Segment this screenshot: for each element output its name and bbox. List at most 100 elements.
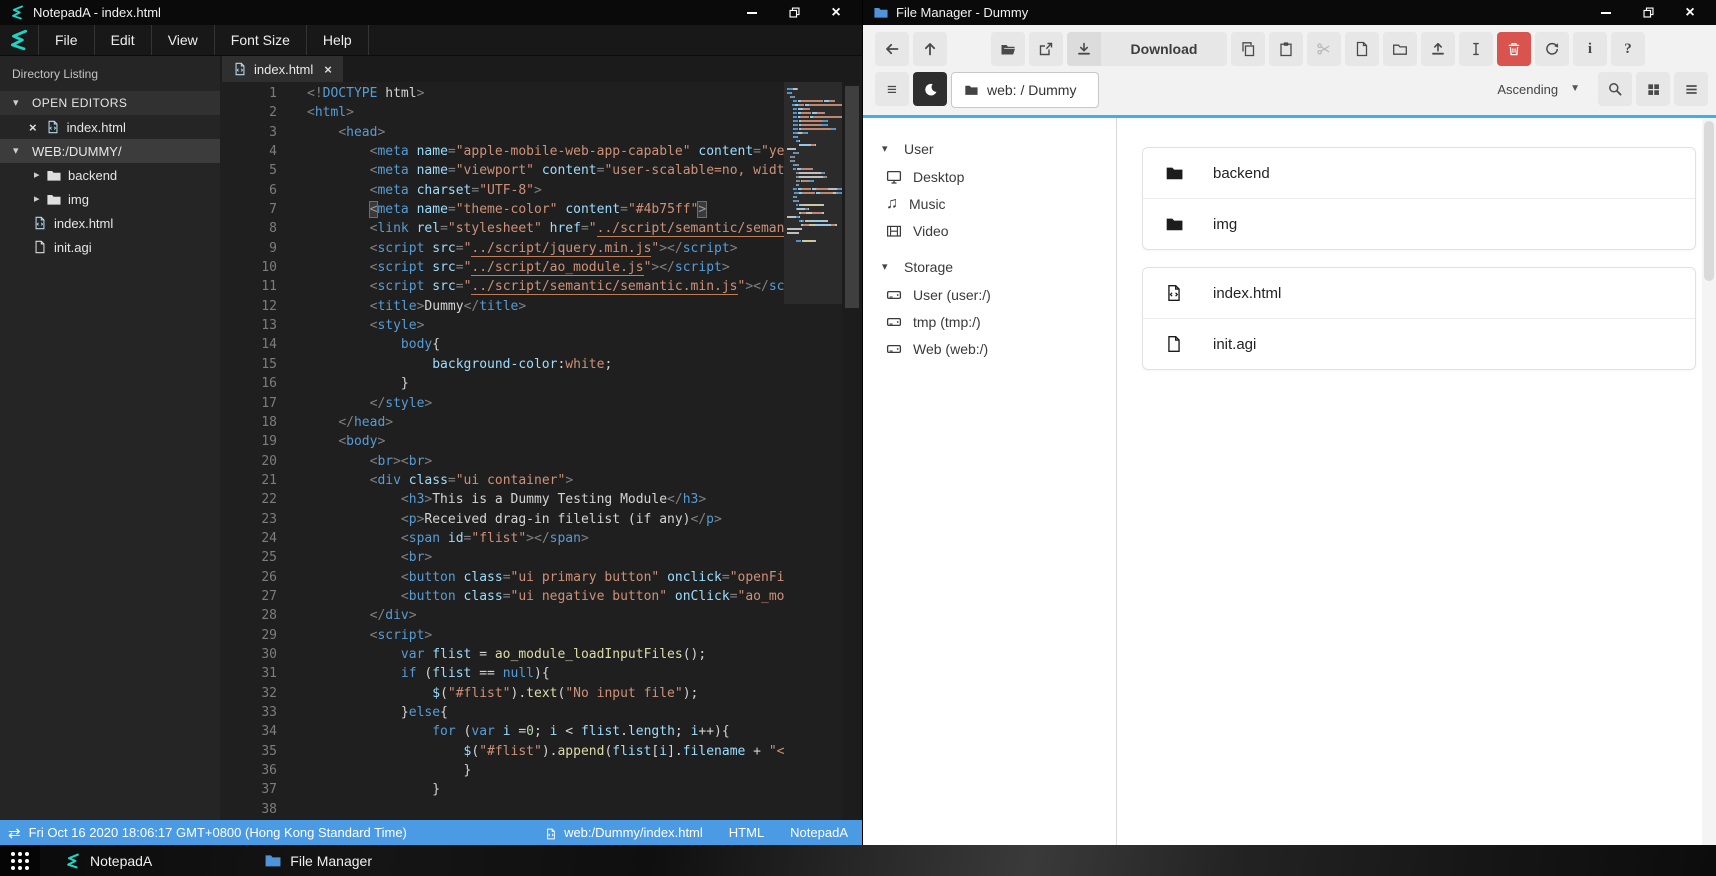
tree-file-init-agi[interactable]: init.agi <box>0 235 220 259</box>
sort-order-select[interactable]: Ascending ▼ <box>1483 72 1594 106</box>
sidebar-item-web-web[interactable]: Web (web:/) <box>863 335 1116 362</box>
sidebar-item-user-user[interactable]: User (user:/) <box>863 281 1116 308</box>
up-button[interactable] <box>913 32 947 66</box>
close-button[interactable]: × <box>1682 4 1698 21</box>
status-language: HTML <box>728 825 765 840</box>
sidebar-group-user[interactable]: ▾ User <box>863 135 1116 163</box>
code-line-23: 23 <p>Received drag-in filelist (if any)… <box>220 510 862 529</box>
file-row-img[interactable]: img <box>1143 198 1695 249</box>
line-number: 22 <box>261 492 277 508</box>
code-editor[interactable]: 1 <!DOCTYPE html> 2 <html> 3 <head> 4 <meta n… <box>220 82 862 820</box>
download-button[interactable]: Download <box>1067 32 1227 66</box>
file-row-index-html[interactable]: index.html <box>1143 268 1695 318</box>
grid-view-button[interactable] <box>1636 72 1670 106</box>
line-number: 15 <box>261 356 277 372</box>
address-breadcrumb[interactable]: web: / Dummy <box>951 72 1099 108</box>
info-button[interactable]: i <box>1573 32 1607 66</box>
sidebar-item-desktop[interactable]: Desktop <box>863 163 1116 190</box>
rename-button[interactable] <box>1459 32 1493 66</box>
open-external-button[interactable] <box>1029 32 1063 66</box>
new-folder-button[interactable] <box>1383 32 1417 66</box>
cut-button[interactable] <box>1307 32 1341 66</box>
tree-item-label: index.html <box>54 215 114 231</box>
taskbar-item-file-manager[interactable]: File Manager <box>264 845 372 876</box>
line-number: 8 <box>269 221 277 237</box>
code-line-29: 29 <script> <box>220 626 862 645</box>
code-line-22: 22 <h3>This is a Dummy Testing Module</h… <box>220 490 862 509</box>
folder-icon <box>1165 215 1183 233</box>
editor-minimap[interactable] <box>784 82 843 820</box>
code-line-32: 32 $("#flist").text("No input file"); <box>220 684 862 703</box>
sidebar-item-video[interactable]: Video <box>863 217 1116 244</box>
code-line-20: 20 <br><br> <box>220 452 862 471</box>
app-launcher-button[interactable] <box>0 845 40 876</box>
line-number: 26 <box>261 569 277 585</box>
new-file-button[interactable] <box>1345 32 1379 66</box>
tree-file-index-html[interactable]: index.html <box>0 211 220 235</box>
menu-file[interactable]: File <box>39 25 95 55</box>
minimize-button[interactable] <box>744 5 760 21</box>
close-button[interactable]: × <box>828 4 844 21</box>
tree-item-label: OPEN EDITORS <box>32 96 128 110</box>
code-line-16: 16 } <box>220 374 862 393</box>
line-number: 7 <box>269 202 277 218</box>
restore-button[interactable] <box>786 5 802 21</box>
directory-listing-panel: Directory Listing ▾ OPEN EDITORS × index.ht… <box>0 56 220 820</box>
menu-help[interactable]: Help <box>307 25 369 55</box>
list-view-button[interactable] <box>1674 72 1708 106</box>
menu-font-size[interactable]: Font Size <box>215 25 307 55</box>
notepada-menu-logo-icon <box>0 25 39 55</box>
menu-view[interactable]: View <box>152 25 215 55</box>
status-filepath: web:/Dummy/index.html <box>564 825 703 840</box>
tree-item-label: img <box>68 191 89 207</box>
refresh-button[interactable] <box>1535 32 1569 66</box>
copy-button[interactable] <box>1231 32 1265 66</box>
line-number: 2 <box>269 105 277 121</box>
tab-label: index.html <box>254 61 314 77</box>
sidebar-group-storage[interactable]: ▾ Storage <box>863 253 1116 281</box>
tree-folder-backend[interactable]: ▸ backend <box>0 163 220 187</box>
paste-button[interactable] <box>1269 32 1303 66</box>
tab-close-icon[interactable]: × <box>324 62 332 77</box>
file-manager-titlebar: File Manager - Dummy × <box>863 0 1716 25</box>
file-row-backend[interactable]: backend <box>1143 148 1695 198</box>
code-line-4: 4 <meta name="apple-mobile-web-app-capab… <box>220 142 862 161</box>
tree-folder-img[interactable]: ▸ img <box>0 187 220 211</box>
code-line-11: 11 <script src="../script/semantic/seman… <box>220 277 862 296</box>
file-row-init-agi[interactable]: init.agi <box>1143 318 1695 369</box>
sidebar-item-tmp-tmp[interactable]: tmp (tmp:/) <box>863 308 1116 335</box>
minimize-button[interactable] <box>1598 5 1614 21</box>
open-button[interactable] <box>991 32 1025 66</box>
restore-button[interactable] <box>1640 5 1656 21</box>
menu-hamburger-button[interactable]: ≡ <box>875 72 909 106</box>
scrollbar-thumb[interactable] <box>845 86 859 308</box>
upload-button[interactable] <box>1421 32 1455 66</box>
line-number: 36 <box>261 763 277 779</box>
taskbar-item-notepada[interactable]: NotepadA <box>65 845 152 876</box>
monitor-icon <box>886 169 902 185</box>
code-line-37: 37 } <box>220 780 862 799</box>
line-number: 32 <box>261 685 277 701</box>
notepada-titlebar: NotepadA - index.html × <box>0 0 862 25</box>
delete-button[interactable] <box>1497 32 1531 66</box>
line-number: 18 <box>261 414 277 430</box>
line-number: 14 <box>261 337 277 353</box>
folder-new-icon <box>1392 41 1408 57</box>
section-open-editors[interactable]: ▾ OPEN EDITORS <box>0 91 220 115</box>
directory-listing-header: Directory Listing <box>12 66 99 81</box>
dark-mode-button[interactable] <box>913 72 947 106</box>
section-workspace[interactable]: ▾ WEB:/DUMMY/ <box>0 139 220 163</box>
sidebar-item-label: Music <box>909 195 946 212</box>
sidebar-item-label: User (user:/) <box>913 286 991 303</box>
help-button[interactable]: ? <box>1611 32 1645 66</box>
chev-down-icon: ▾ <box>882 142 888 155</box>
back-button[interactable] <box>875 32 909 66</box>
menu-edit[interactable]: Edit <box>95 25 152 55</box>
editor-scrollbar[interactable] <box>842 82 862 820</box>
tab-index-html[interactable]: index.html × <box>222 56 343 82</box>
sidebar-item-music[interactable]: ♫ Music <box>863 190 1116 217</box>
file-list-scrollbar[interactable] <box>1702 118 1716 845</box>
search-button[interactable] <box>1598 72 1632 106</box>
close-editor-icon[interactable]: × <box>29 120 37 135</box>
open-editor-index.html[interactable]: × index.html <box>0 115 220 139</box>
